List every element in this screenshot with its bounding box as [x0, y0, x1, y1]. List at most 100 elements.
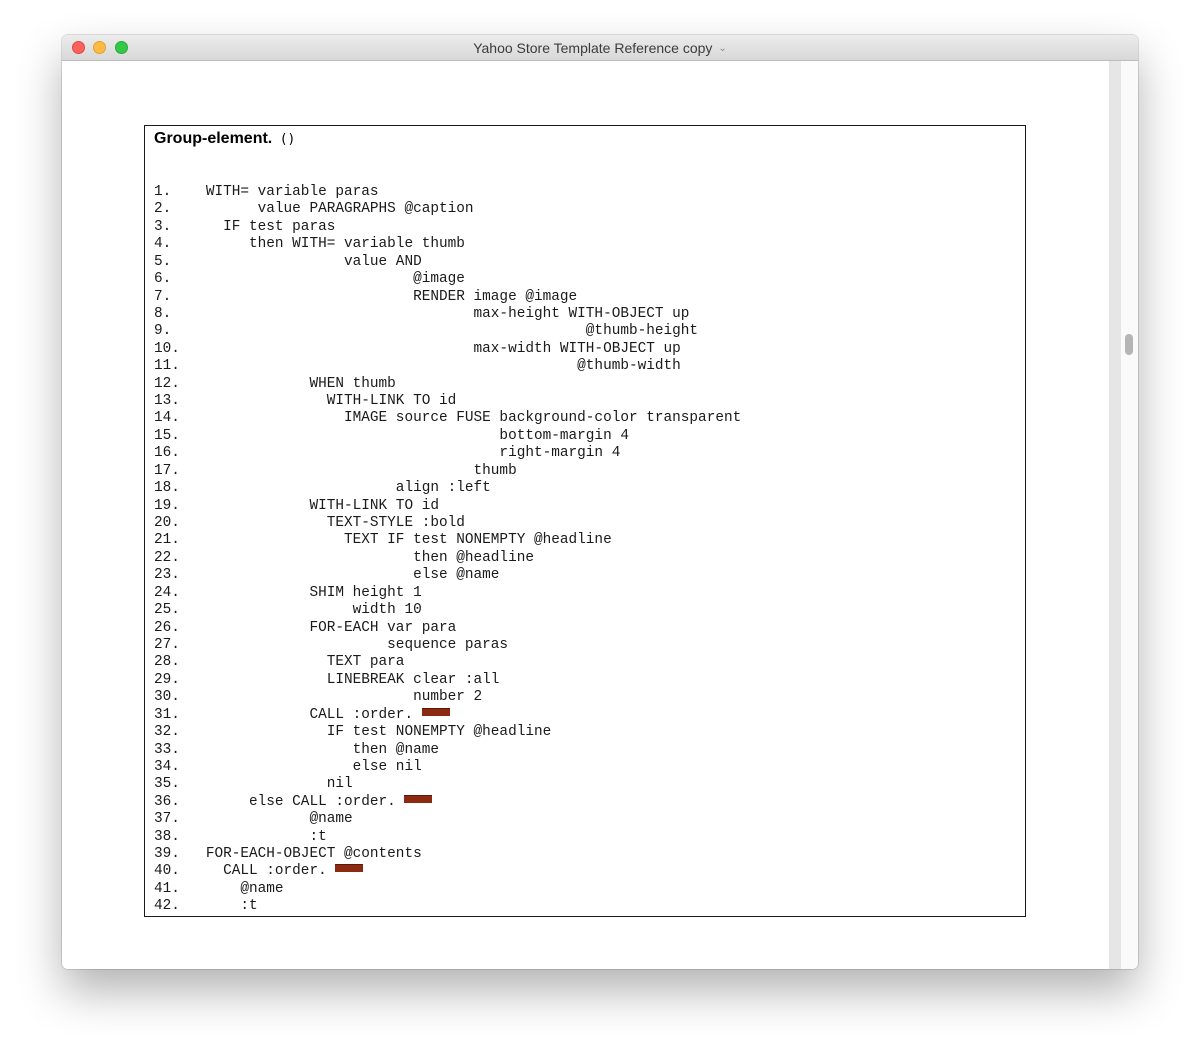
line-code: :t	[188, 828, 327, 845]
line-number: 28.	[154, 654, 189, 671]
code-line: 21. TEXT IF test NONEMPTY @headline	[154, 532, 741, 549]
line-code: :t	[188, 898, 258, 915]
line-code: TEXT para	[188, 654, 405, 671]
scrollbar-thumb[interactable]	[1125, 334, 1133, 355]
code-line: 27. sequence paras	[154, 637, 741, 654]
line-number: 40.	[154, 863, 189, 880]
line-code: IF test NONEMPTY @headline	[188, 724, 552, 741]
code-line: 6. @image	[154, 271, 741, 288]
title-bar[interactable]: Yahoo Store Template Reference copy ⌄	[62, 35, 1138, 61]
code-line: 1. WITH= variable paras	[154, 184, 741, 201]
line-code: else CALL :order.	[188, 793, 405, 810]
code-line: 38. :t	[154, 829, 741, 846]
code-listing: 1. WITH= variable paras 2. value PARAGRAP…	[154, 184, 741, 916]
line-code: sequence paras	[188, 636, 509, 653]
template-args: ()	[279, 132, 296, 147]
line-number: 22.	[154, 549, 189, 566]
code-line: 5. value AND	[154, 254, 741, 271]
line-number: 41.	[154, 880, 189, 897]
code-line: 14. IMAGE source FUSE background-color t…	[154, 410, 741, 427]
code-line: 31. CALL :order.	[154, 707, 741, 724]
line-code: SHIM height 1	[188, 584, 422, 601]
line-number: 18.	[154, 480, 189, 497]
line-number: 5.	[154, 253, 189, 270]
line-number: 29.	[154, 671, 189, 688]
template-name: Group-element.	[154, 130, 273, 147]
line-number: 1.	[154, 184, 189, 200]
line-number: 20.	[154, 515, 189, 532]
line-code: FOR-EACH var para	[188, 619, 457, 636]
code-line: 9. @thumb-height	[154, 323, 741, 340]
line-code: max-width WITH-OBJECT up	[188, 340, 681, 357]
line-number: 27.	[154, 636, 189, 653]
line-number: 6.	[154, 271, 189, 288]
line-number: 34.	[154, 758, 189, 775]
code-line: 37. @name	[154, 811, 741, 828]
code-line: 40. CALL :order.	[154, 863, 741, 880]
line-number: 37.	[154, 811, 189, 828]
line-code: RENDER image @image	[188, 288, 578, 305]
line-code: WHEN thumb	[188, 375, 396, 392]
line-code: @image	[188, 271, 465, 288]
line-code: WITH-LINK TO id	[188, 497, 439, 514]
code-line: 8. max-height WITH-OBJECT up	[154, 306, 741, 323]
line-number: 15.	[154, 427, 189, 444]
line-code: thumb	[188, 462, 517, 479]
line-code: IF test paras	[188, 218, 336, 235]
line-code: WITH-LINK TO id	[188, 393, 457, 410]
line-code: bottom-margin 4	[188, 427, 629, 444]
code-line: 22. then @headline	[154, 550, 741, 567]
code-line: 33. then @name	[154, 742, 741, 759]
line-code: max-height WITH-OBJECT up	[188, 305, 690, 322]
code-line: 16. right-margin 4	[154, 445, 741, 462]
code-line: 32. IF test NONEMPTY @headline	[154, 724, 741, 741]
code-line: 17. thumb	[154, 463, 741, 480]
line-number: 32.	[154, 724, 189, 741]
redaction-mark	[335, 864, 364, 873]
code-line: 36. else CALL :order.	[154, 794, 741, 811]
code-line: 3. IF test paras	[154, 219, 741, 236]
code-line: 13. WITH-LINK TO id	[154, 393, 741, 410]
line-number: 36.	[154, 793, 189, 810]
code-line: 19. WITH-LINK TO id	[154, 498, 741, 515]
line-code: right-margin 4	[188, 445, 621, 462]
chevron-down-icon[interactable]: ⌄	[718, 43, 726, 54]
window-title-group[interactable]: Yahoo Store Template Reference copy ⌄	[62, 35, 1138, 60]
code-reference-box: Group-element. () 1. WITH= variable para…	[144, 125, 1026, 917]
line-number: 14.	[154, 410, 189, 427]
line-number: 8.	[154, 305, 189, 322]
line-number: 7.	[154, 288, 189, 305]
code-line: 34. else nil	[154, 759, 741, 776]
code-line: 15. bottom-margin 4	[154, 428, 741, 445]
line-number: 39.	[154, 846, 189, 863]
line-code: nil	[188, 776, 353, 793]
line-number: 4.	[154, 236, 189, 253]
line-code: @thumb-width	[188, 358, 681, 375]
code-line: 20. TEXT-STYLE :bold	[154, 515, 741, 532]
line-number: 24.	[154, 584, 189, 601]
code-line: 24. SHIM height 1	[154, 585, 741, 602]
line-number: 21.	[154, 532, 189, 549]
line-code: CALL :order.	[188, 863, 336, 880]
code-line: 12. WHEN thumb	[154, 376, 741, 393]
code-line: 25. width 10	[154, 602, 741, 619]
redaction-mark	[404, 794, 433, 803]
line-code: @thumb-height	[188, 323, 699, 340]
line-number: 38.	[154, 828, 189, 845]
code-line: 4. then WITH= variable thumb	[154, 236, 741, 253]
line-number: 26.	[154, 619, 189, 636]
line-number: 19.	[154, 497, 189, 514]
line-code: @name	[188, 880, 284, 897]
line-number: 3.	[154, 218, 189, 235]
line-number: 33.	[154, 741, 189, 758]
line-code: else @name	[188, 567, 500, 584]
vertical-scrollbar[interactable]	[1109, 61, 1138, 969]
code-line: 42. :t	[154, 898, 741, 915]
line-number: 42.	[154, 898, 189, 915]
line-number: 35.	[154, 776, 189, 793]
line-number: 23.	[154, 567, 189, 584]
line-code: LINEBREAK clear :all	[188, 671, 500, 688]
line-code: CALL :order.	[188, 706, 422, 723]
line-code: WITH= variable paras	[188, 184, 379, 200]
template-heading: Group-element. ()	[154, 130, 295, 148]
